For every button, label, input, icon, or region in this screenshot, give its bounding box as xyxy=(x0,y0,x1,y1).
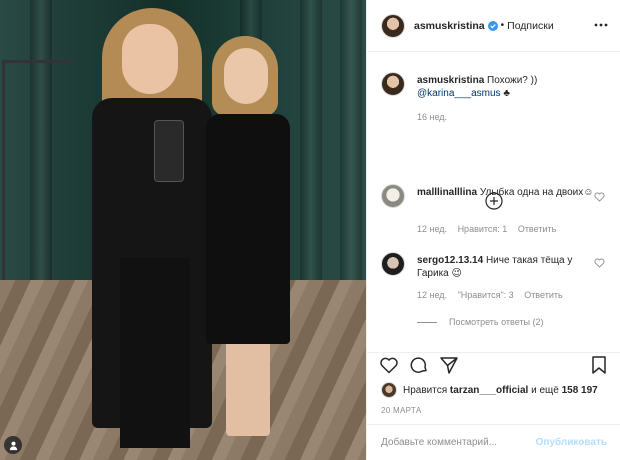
verified-badge-icon xyxy=(487,20,498,31)
caption-text: Похожи? )) xyxy=(487,75,538,86)
club-emoji: ♣ xyxy=(503,88,510,99)
comment-icon[interactable] xyxy=(409,355,429,375)
author-avatar[interactable] xyxy=(381,13,405,38)
caption-username[interactable]: asmuskristina xyxy=(417,75,484,86)
comments-list: asmuskristina Похожи? )) @karina___asmus… xyxy=(367,52,620,352)
comment-time: 12 нед. xyxy=(417,224,448,234)
separator-dot: • xyxy=(500,20,505,31)
comment-username[interactable]: sergo12.13.14 xyxy=(417,255,483,266)
bookmark-icon[interactable] xyxy=(589,355,609,375)
replies-line xyxy=(417,321,437,323)
caption-mention[interactable]: @karina___asmus xyxy=(417,88,501,99)
heart-icon[interactable] xyxy=(594,258,605,268)
heart-icon[interactable] xyxy=(594,192,605,202)
post-photo[interactable] xyxy=(0,0,366,460)
view-replies-label: Посмотреть ответы (2) xyxy=(449,317,544,327)
heart-icon[interactable] xyxy=(379,355,399,375)
comment-meta: 12 нед. Нравится: 1 Ответить xyxy=(417,224,564,234)
curtain-fold xyxy=(340,0,362,290)
likes-middle: и ещё xyxy=(531,384,559,396)
liker-avatar[interactable] xyxy=(381,382,397,398)
clothes-rack xyxy=(2,60,72,300)
comment-input[interactable] xyxy=(381,437,531,448)
likes-prefix: Нравится xyxy=(403,384,448,396)
reply-button[interactable]: Ответить xyxy=(518,224,556,234)
woman-left xyxy=(92,8,212,460)
woman-right xyxy=(200,36,295,446)
post-date: 20 МАРТА xyxy=(381,406,422,415)
more-icon[interactable] xyxy=(593,18,609,32)
caption-time: 16 нед. xyxy=(417,112,448,122)
tagged-user-icon[interactable] xyxy=(4,436,22,454)
curtain-fold xyxy=(300,0,322,290)
smartphone xyxy=(154,120,184,182)
likes-summary: Нравится tarzan___official и ещё 158 197 xyxy=(381,382,598,398)
comment-likes-count[interactable]: Нравится: 1 xyxy=(458,224,508,234)
publish-button[interactable]: Опубликовать xyxy=(536,437,607,448)
author-avatar[interactable] xyxy=(381,72,405,96)
commenter-avatar[interactable] xyxy=(381,252,405,276)
following-button[interactable]: Подписки xyxy=(507,20,554,32)
share-icon[interactable] xyxy=(439,355,459,375)
author-username[interactable]: asmuskristina xyxy=(414,20,485,32)
reply-button[interactable]: Ответить xyxy=(524,290,562,300)
view-replies-button[interactable]: Посмотреть ответы (2) xyxy=(417,317,544,327)
liker-username[interactable]: tarzan___official xyxy=(450,385,528,396)
comment-meta: 12 нед. "Нравится": 3 Ответить xyxy=(417,290,571,300)
comment-time: 12 нед. xyxy=(417,290,448,300)
add-comment-bar: Опубликовать xyxy=(367,424,620,460)
post-actions xyxy=(367,352,620,378)
comment-username[interactable]: malllinalllina xyxy=(417,187,477,198)
comment-likes-count[interactable]: "Нравится": 3 xyxy=(458,290,514,300)
likes-count[interactable]: 158 197 xyxy=(562,385,598,396)
post-sidebar: asmuskristina • Подписки asmuskristina П… xyxy=(366,0,620,460)
post-header: asmuskristina • Подписки xyxy=(367,0,620,52)
commenter-avatar[interactable] xyxy=(381,184,405,208)
comment-text: Улыбка одна на двоих☺ xyxy=(479,187,594,198)
